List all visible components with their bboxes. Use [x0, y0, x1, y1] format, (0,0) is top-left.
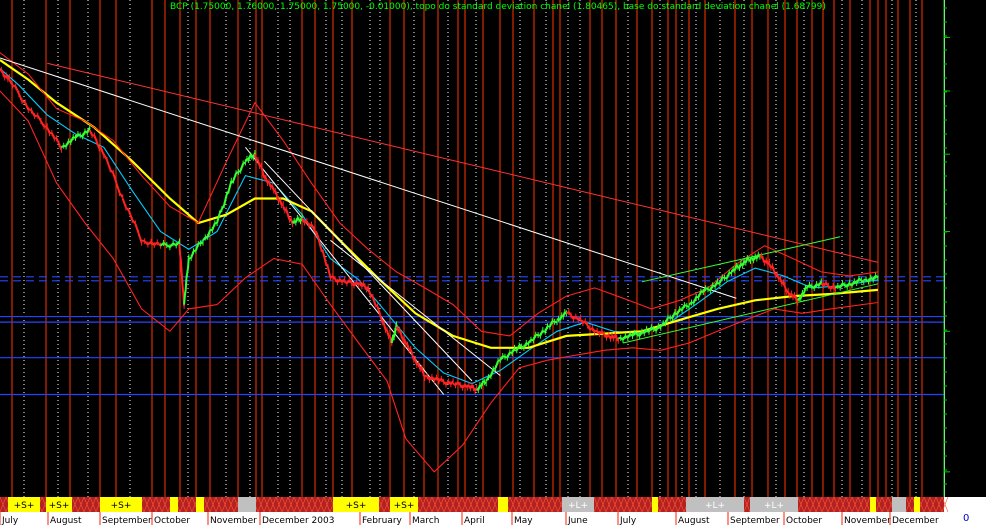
month-label: August: [50, 516, 82, 525]
month-label: September: [102, 516, 152, 525]
signal-block: [238, 497, 256, 512]
y-tick-label: 3.0: [970, 87, 985, 97]
y-tick-label: 1.5: [970, 327, 984, 337]
signal-label: +S+: [394, 501, 415, 511]
signal-label: +S+: [49, 501, 70, 511]
signal-block: [892, 497, 906, 512]
signal-block: [196, 497, 204, 512]
chart-title: BCP (1.75000, 1.76000, 1.75000, 1.75000,…: [170, 2, 826, 12]
signal-label: +L+: [568, 501, 588, 511]
signal-label: +L+: [764, 501, 784, 511]
signal-block: [652, 497, 658, 512]
month-label: August: [678, 516, 710, 525]
month-label: November: [844, 516, 891, 525]
y-tick-label: 2.0: [970, 228, 985, 238]
signal-label: +L+: [705, 501, 725, 511]
y-tick-label: 1.0: [970, 468, 985, 478]
month-label: October: [154, 516, 190, 525]
signal-label: +S+: [111, 501, 132, 511]
signal-band: +S+ +S+ +S+ +S+ +S+ +L+ +L+ +L+: [0, 496, 949, 513]
month-label: December: [892, 516, 939, 525]
month-label: June: [567, 516, 588, 525]
month-label: October: [786, 516, 822, 525]
month-label: December 2003: [262, 516, 334, 525]
signal-block: [170, 497, 178, 512]
month-label: September: [730, 516, 780, 525]
signal-label: +S+: [14, 501, 35, 511]
stock-chart: BCP (1.75000, 1.76000, 1.75000, 1.75000,…: [0, 0, 986, 525]
month-label: March: [412, 516, 439, 525]
month-label: May: [514, 516, 533, 525]
signal-label: +S+: [346, 501, 367, 511]
month-label: April: [464, 516, 485, 525]
y-tick-label: 3.5: [970, 34, 984, 44]
y-tick-label: 2.5: [970, 150, 984, 160]
plot-background: [0, 0, 944, 497]
month-axis: July August September October November Decemb…: [0, 512, 944, 525]
month-label: November: [210, 516, 257, 525]
month-label: February: [362, 516, 403, 525]
corner-label: 0: [963, 513, 969, 524]
month-label: July: [619, 516, 637, 525]
signal-block: [498, 497, 508, 512]
month-label: July: [1, 516, 19, 525]
y-axis-background: [945, 0, 986, 497]
signal-block: [914, 497, 920, 512]
signal-block: [870, 497, 876, 512]
